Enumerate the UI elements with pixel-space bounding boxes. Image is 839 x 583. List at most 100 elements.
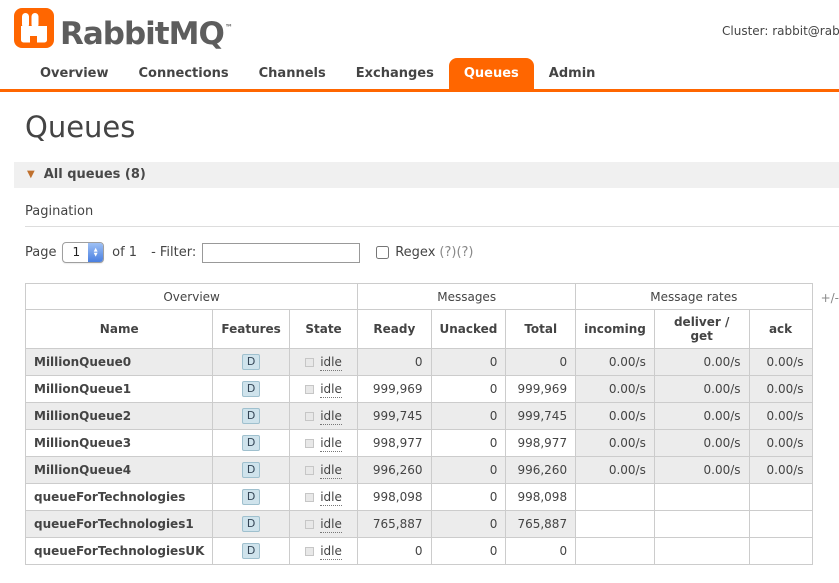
deliver-get-rate: 0.00/s [653,348,750,376]
col-header-features: Features [212,309,290,349]
unacked-count: 0 [430,375,507,403]
features-cell: D [212,456,290,484]
unacked-count: 0 [430,510,507,538]
ready-count: 0 [357,537,432,565]
all-queues-section-toggle[interactable]: ▼ All queues (8) [14,162,839,188]
collapse-arrow-icon: ▼ [27,169,35,180]
deliver-get-rate: 0.00/s [653,429,750,457]
trademark-symbol: ™ [224,23,233,32]
col-header-deliver-get[interactable]: deliver / get [653,309,750,349]
queue-name-link[interactable]: queueForTechnologies [24,483,214,511]
incoming-rate [575,483,655,511]
ack-rate: 0.00/s [748,375,813,403]
state-label: idle [320,436,342,452]
column-toggle[interactable]: +/- [821,291,839,305]
incoming-rate: 0.00/s [575,375,655,403]
state-indicator-icon [305,358,315,367]
queues-table-body: MillionQueue0 Didle 0 0 0 0.00/s 0.00/s 0.00/s M… [24,348,813,565]
brand-wordmark: RabbitMQ™ [60,16,233,52]
features-cell: D [212,375,290,403]
features-cell: D [212,402,290,430]
col-header-ack[interactable]: ack [748,309,813,349]
incoming-rate: 0.00/s [575,402,655,430]
durable-badge: D [241,543,261,559]
col-header-incoming[interactable]: incoming [575,309,655,349]
col-header-unacked[interactable]: Unacked [430,309,507,349]
unacked-count: 0 [430,402,507,430]
table-row: MillionQueue0 Didle 0 0 0 0.00/s 0.00/s 0.00/s [24,348,813,376]
state-label: idle [320,355,342,371]
durable-badge: D [241,489,261,505]
queue-name-link[interactable]: queueForTechnologies1 [24,510,214,538]
table-row: MillionQueue3 Didle 998,977 0 998,977 0.00/s 0… [24,429,813,457]
queue-name-link[interactable]: MillionQueue1 [24,375,214,403]
total-count: 0 [505,537,577,565]
total-count: 998,977 [505,429,577,457]
durable-badge: D [241,516,261,532]
state-cell: idle [288,483,359,511]
unacked-count: 0 [430,429,507,457]
unacked-count: 0 [430,483,507,511]
ack-rate: 0.00/s [748,429,813,457]
tab-admin[interactable]: Admin [534,58,611,89]
incoming-rate: 0.00/s [575,456,655,484]
ready-count: 998,098 [357,483,432,511]
total-count: 765,887 [505,510,577,538]
queue-name-link[interactable]: MillionQueue3 [24,429,214,457]
ack-rate [748,510,813,538]
state-cell: idle [288,348,359,376]
state-indicator-icon [305,412,315,421]
help-link[interactable]: (?) [456,245,473,260]
page-select[interactable]: 1 ▲ ▼ [62,242,105,263]
regex-label: Regex [395,245,436,260]
durable-badge: D [241,408,261,424]
section-title: All queues (8) [43,167,146,182]
state-label: idle [320,544,342,560]
deliver-get-rate: 0.00/s [653,456,750,484]
tab-channels[interactable]: Channels [244,58,341,89]
tab-overview[interactable]: Overview [25,58,124,89]
main-nav: Overview Connections Channels Exchanges Queu… [0,58,839,92]
page-label: Page [25,245,57,260]
total-count: 999,745 [505,402,577,430]
state-indicator-icon [305,385,315,394]
ack-rate: 0.00/s [748,456,813,484]
deliver-get-rate [653,483,750,511]
deliver-get-rate: 0.00/s [653,375,750,403]
filter-input[interactable] [202,242,361,263]
group-header-overview: Overview [24,283,359,310]
table-row: MillionQueue1 Didle 999,969 0 999,969 0.00/s 0… [24,375,813,403]
durable-badge: D [241,462,261,478]
select-stepper-icon: ▲ ▼ [88,243,104,262]
total-count: 999,969 [505,375,577,403]
tab-queues[interactable]: Queues [448,58,534,89]
group-header-message-rates: Message rates [575,283,813,310]
state-label: idle [320,490,342,506]
col-header-total[interactable]: Total [505,309,577,349]
pagination-heading: Pagination [25,204,94,219]
col-header-ready[interactable]: Ready [357,309,432,349]
help-link[interactable]: (?) [439,245,456,260]
features-cell: D [212,537,290,565]
durable-badge: D [241,354,261,370]
tab-exchanges[interactable]: Exchanges [341,58,449,89]
state-cell: idle [288,510,359,538]
tab-connections[interactable]: Connections [124,58,244,89]
ack-rate [748,483,813,511]
queue-name-link[interactable]: queueForTechnologiesUK [24,537,214,565]
table-row: queueForTechnologiesUK Didle 0 0 0 [24,537,813,565]
col-header-name[interactable]: Name [24,309,214,349]
group-header-messages: Messages [357,283,577,310]
state-cell: idle [288,402,359,430]
rabbitmq-brand[interactable]: RabbitMQ™ [14,8,825,54]
durable-badge: D [241,435,261,451]
queue-name-link[interactable]: MillionQueue4 [24,456,214,484]
rabbitmq-logo-icon [14,8,54,48]
regex-checkbox[interactable] [376,246,390,259]
ready-count: 996,260 [357,456,432,484]
queue-name-link[interactable]: MillionQueue2 [24,402,214,430]
queue-name-link[interactable]: MillionQueue0 [24,348,214,376]
divider [25,226,839,227]
page-select-value: 1 [72,245,81,259]
column-header-row: Name Features State Ready Unacked Total … [24,309,813,349]
